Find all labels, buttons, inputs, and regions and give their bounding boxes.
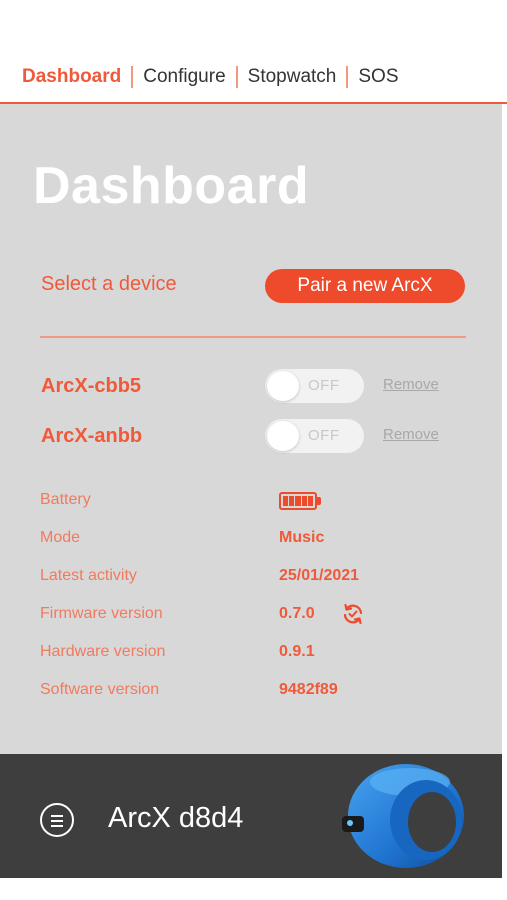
device-name[interactable]: ArcX-anbb xyxy=(41,425,142,448)
divider xyxy=(40,336,466,338)
software-version-label: Software version xyxy=(40,681,160,698)
tab-sos[interactable]: SOS xyxy=(358,66,398,88)
mode-value: Music xyxy=(279,529,325,546)
latest-activity-value: 25/01/2021 xyxy=(279,567,360,584)
tab-dashboard[interactable]: Dashboard xyxy=(22,66,121,88)
device-toggle[interactable]: OFF xyxy=(265,369,364,403)
toggle-state-label: OFF xyxy=(308,427,340,444)
tab-separator xyxy=(235,66,238,88)
remove-device-link[interactable]: Remove xyxy=(383,426,439,443)
battery-body xyxy=(279,492,317,510)
firmware-version-value: 0.7.0 xyxy=(279,605,315,622)
remove-device-link[interactable]: Remove xyxy=(383,376,439,393)
top-nav: Dashboard Configure Stopwatch SOS xyxy=(0,0,507,104)
latest-activity-label: Latest activity xyxy=(40,567,137,584)
select-device-label: Select a device xyxy=(41,273,177,295)
device-toggle[interactable]: OFF xyxy=(265,419,364,453)
battery-cell xyxy=(301,496,307,506)
toggle-state-label: OFF xyxy=(308,377,340,394)
tab-stopwatch[interactable]: Stopwatch xyxy=(248,66,337,88)
connected-device-name: ArcX d8d4 xyxy=(108,802,244,834)
tab-separator xyxy=(346,66,349,88)
pair-new-device-button[interactable]: Pair a new ArcX xyxy=(265,269,465,303)
hardware-version-label: Hardware version xyxy=(40,643,166,660)
firmware-version-label: Firmware version xyxy=(40,605,163,622)
hardware-version-value: 0.9.1 xyxy=(279,643,315,660)
page-title: Dashboard xyxy=(33,157,310,215)
battery-cell xyxy=(295,496,301,506)
toggle-knob xyxy=(267,371,299,401)
battery-tip xyxy=(317,497,321,505)
device-row: ArcX-cbb5 OFF Remove xyxy=(41,369,461,405)
tab-configure[interactable]: Configure xyxy=(143,66,225,88)
mode-label: Mode xyxy=(40,529,81,546)
nav-tabs: Dashboard Configure Stopwatch SOS xyxy=(22,64,399,90)
arcx-ring-image xyxy=(342,764,464,868)
firmware-update-icon[interactable] xyxy=(341,602,365,626)
battery-cell xyxy=(307,496,314,506)
toggle-knob xyxy=(267,421,299,451)
menu-icon[interactable] xyxy=(40,803,74,837)
software-version-value: 9482f89 xyxy=(279,681,338,698)
device-row: ArcX-anbb OFF Remove xyxy=(41,419,461,455)
battery-full-icon xyxy=(279,492,321,510)
tab-separator xyxy=(131,66,134,88)
device-name[interactable]: ArcX-cbb5 xyxy=(41,375,141,398)
battery-cell xyxy=(283,496,289,506)
battery-cell xyxy=(289,496,295,506)
battery-label: Battery xyxy=(40,491,91,508)
